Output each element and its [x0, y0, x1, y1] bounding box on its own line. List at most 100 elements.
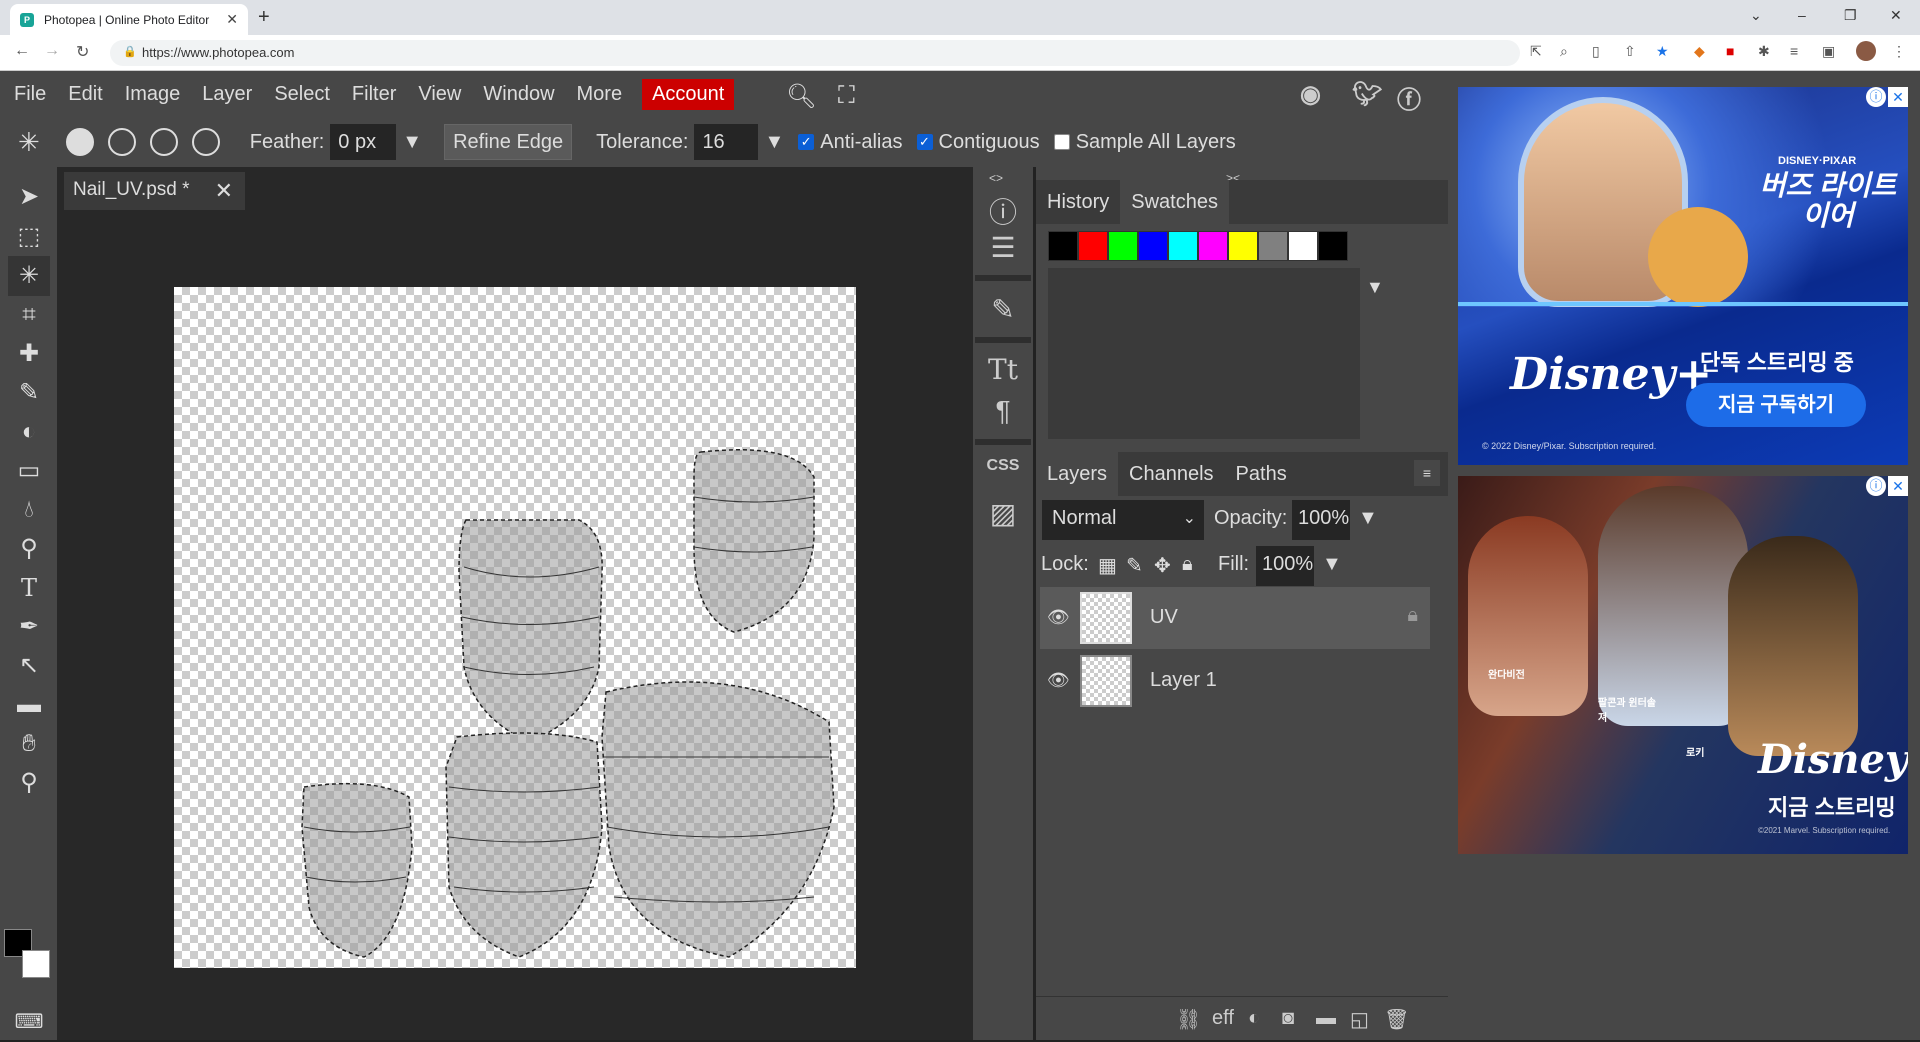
menu-select[interactable]: Select: [264, 79, 340, 110]
image-panel-icon[interactable]: ▨: [986, 497, 1020, 531]
hand-tool-icon[interactable]: ✋︎: [8, 724, 50, 764]
link-icon[interactable]: ⛓: [1176, 1007, 1201, 1032]
minimize-button[interactable]: –: [1798, 0, 1806, 30]
layers-menu-icon[interactable]: ≡: [1414, 460, 1440, 486]
eye-icon[interactable]: 👁︎: [1047, 670, 1070, 691]
account-button[interactable]: Account: [642, 78, 735, 110]
menu-file[interactable]: File: [4, 79, 56, 110]
type-tool-icon[interactable]: T: [8, 568, 50, 608]
tolerance-dropdown-icon[interactable]: ▼: [764, 131, 784, 154]
back-icon[interactable]: ←: [14, 42, 30, 60]
folder-icon[interactable]: ▬: [1316, 1007, 1336, 1030]
ad-disney-marvel[interactable]: 완다비전 팔콘과 윈터솔져 로키 Disney+ 지금 스트리밍 ©2021 M…: [1458, 476, 1908, 854]
swatch-blue[interactable]: [1138, 231, 1168, 261]
healing-tool-icon[interactable]: ✚: [8, 334, 50, 374]
path-select-tool-icon[interactable]: ↖: [8, 646, 50, 686]
close-window-button[interactable]: ✕: [1890, 0, 1902, 30]
swatch-red[interactable]: [1078, 231, 1108, 261]
menu-window[interactable]: Window: [473, 79, 564, 110]
paragraph-icon[interactable]: ¶: [986, 395, 1020, 429]
ad1-cta-button[interactable]: 지금 구독하기: [1686, 383, 1866, 427]
swatch-black-2[interactable]: [1318, 231, 1348, 261]
tab-search-icon[interactable]: ⌄: [1750, 0, 1762, 30]
ad-info-icon[interactable]: ⓘ: [1866, 476, 1886, 496]
tolerance-input[interactable]: 16: [694, 124, 759, 160]
forward-icon[interactable]: →: [44, 42, 60, 60]
twitter-icon[interactable]: 🐦︎: [1352, 80, 1382, 109]
extension-red-icon[interactable]: ■: [1726, 43, 1734, 59]
facebook-icon[interactable]: ⓕ: [1397, 80, 1421, 115]
feather-input[interactable]: 0 px: [330, 124, 397, 160]
tab-layers[interactable]: Layers: [1036, 452, 1119, 496]
swatches-menu-icon[interactable]: ▼: [1366, 277, 1384, 298]
ad-buzz-lightyear[interactable]: DISNEY·PIXAR 버즈 라이트이어 Disney+ 단독 스트리밍 중 …: [1458, 87, 1908, 465]
collapse-left-toggle[interactable]: <>: [989, 171, 1003, 185]
extensions-puzzle-icon[interactable]: ✱: [1758, 43, 1770, 60]
refine-edge-button[interactable]: Refine Edge: [444, 124, 573, 160]
profile-avatar[interactable]: [1856, 41, 1876, 61]
tab-channels[interactable]: Channels: [1118, 452, 1225, 496]
new-selection-icon[interactable]: [65, 128, 94, 156]
menu-layer[interactable]: Layer: [192, 79, 262, 110]
menu-filter[interactable]: Filter: [342, 79, 406, 110]
swatch-yellow[interactable]: [1228, 231, 1258, 261]
swatch-magenta[interactable]: [1198, 231, 1228, 261]
page-icon[interactable]: ▯: [1592, 43, 1600, 60]
shape-tool-icon[interactable]: ▬: [8, 685, 50, 725]
url-field[interactable]: 🔒 https://www.photopea.com: [110, 40, 1520, 66]
reading-list-icon[interactable]: ≡: [1790, 43, 1798, 59]
layer-row-uv[interactable]: 👁︎ UV 🔒︎: [1040, 587, 1430, 649]
background-color-swatch[interactable]: [22, 950, 50, 978]
effects-icon[interactable]: eff: [1212, 1007, 1234, 1030]
anti-alias-checkbox[interactable]: ✓: [798, 134, 815, 150]
fill-dropdown-icon[interactable]: ▼: [1322, 553, 1342, 576]
opacity-input[interactable]: 100%: [1292, 500, 1350, 540]
brush-tool-icon[interactable]: ✎: [8, 373, 50, 413]
mask-icon[interactable]: ◙: [1282, 1007, 1294, 1030]
css-icon[interactable]: CSS: [986, 457, 1020, 491]
subtract-selection-icon[interactable]: [149, 128, 178, 156]
info-icon[interactable]: ⓘ: [986, 191, 1020, 228]
menu-edit[interactable]: Edit: [58, 79, 112, 110]
opacity-dropdown-icon[interactable]: ▼: [1358, 507, 1378, 530]
magic-wand-tool-icon[interactable]: ✳: [8, 256, 50, 296]
add-selection-icon[interactable]: [107, 128, 136, 156]
document-canvas[interactable]: [174, 287, 856, 968]
menu-view[interactable]: View: [408, 79, 471, 110]
fill-input[interactable]: 100%: [1256, 546, 1314, 586]
move-tool-icon[interactable]: ➤: [8, 177, 50, 217]
browser-tab[interactable]: P Photopea | Online Photo Editor ✕: [10, 4, 248, 35]
sample-all-layers-checkbox[interactable]: [1053, 134, 1070, 150]
crop-tool-icon[interactable]: ⌗: [8, 295, 50, 335]
menu-image[interactable]: Image: [115, 79, 191, 110]
adjustment-icon[interactable]: ◐: [1248, 1007, 1260, 1030]
feather-dropdown-icon[interactable]: ▼: [402, 131, 422, 154]
swatch-cyan[interactable]: [1168, 231, 1198, 261]
dodge-tool-icon[interactable]: ⚲: [8, 529, 50, 569]
swatch-green[interactable]: [1108, 231, 1138, 261]
menu-more[interactable]: More: [567, 79, 633, 110]
ad-info-icon[interactable]: ⓘ: [1866, 87, 1886, 107]
lock-transparency-icon[interactable]: ▦: [1098, 553, 1117, 578]
swatch-black[interactable]: [1048, 231, 1078, 261]
reddit-icon[interactable]: ◉: [1300, 80, 1321, 109]
ad-close-icon[interactable]: ✕: [1888, 476, 1908, 496]
side-panel-icon[interactable]: ▣: [1822, 43, 1835, 60]
new-layer-icon[interactable]: ◱: [1350, 1007, 1369, 1032]
document-tab[interactable]: Nail_UV.psd * ✕: [64, 172, 245, 210]
zoom-icon[interactable]: ⌕: [1560, 43, 1568, 60]
magic-wand-icon[interactable]: ✳: [18, 127, 40, 158]
trash-icon[interactable]: 🗑︎: [1384, 1007, 1409, 1032]
brush-settings-icon[interactable]: ✎: [986, 293, 1020, 327]
blend-mode-select[interactable]: Normal ⌄: [1042, 500, 1204, 540]
marquee-tool-icon[interactable]: ⬚: [8, 217, 50, 257]
blur-tool-icon[interactable]: 💧︎: [8, 490, 50, 530]
fullscreen-icon[interactable]: ⛶: [838, 82, 855, 110]
tab-paths[interactable]: Paths: [1225, 452, 1298, 496]
lock-position-icon[interactable]: ✥: [1154, 553, 1171, 578]
chrome-menu-icon[interactable]: ⋮: [1892, 43, 1906, 60]
intersect-selection-icon[interactable]: [191, 128, 220, 156]
close-document-icon[interactable]: ✕: [215, 178, 233, 204]
swatch-gray[interactable]: [1258, 231, 1288, 261]
gradient-tool-icon[interactable]: ▭: [8, 451, 50, 491]
